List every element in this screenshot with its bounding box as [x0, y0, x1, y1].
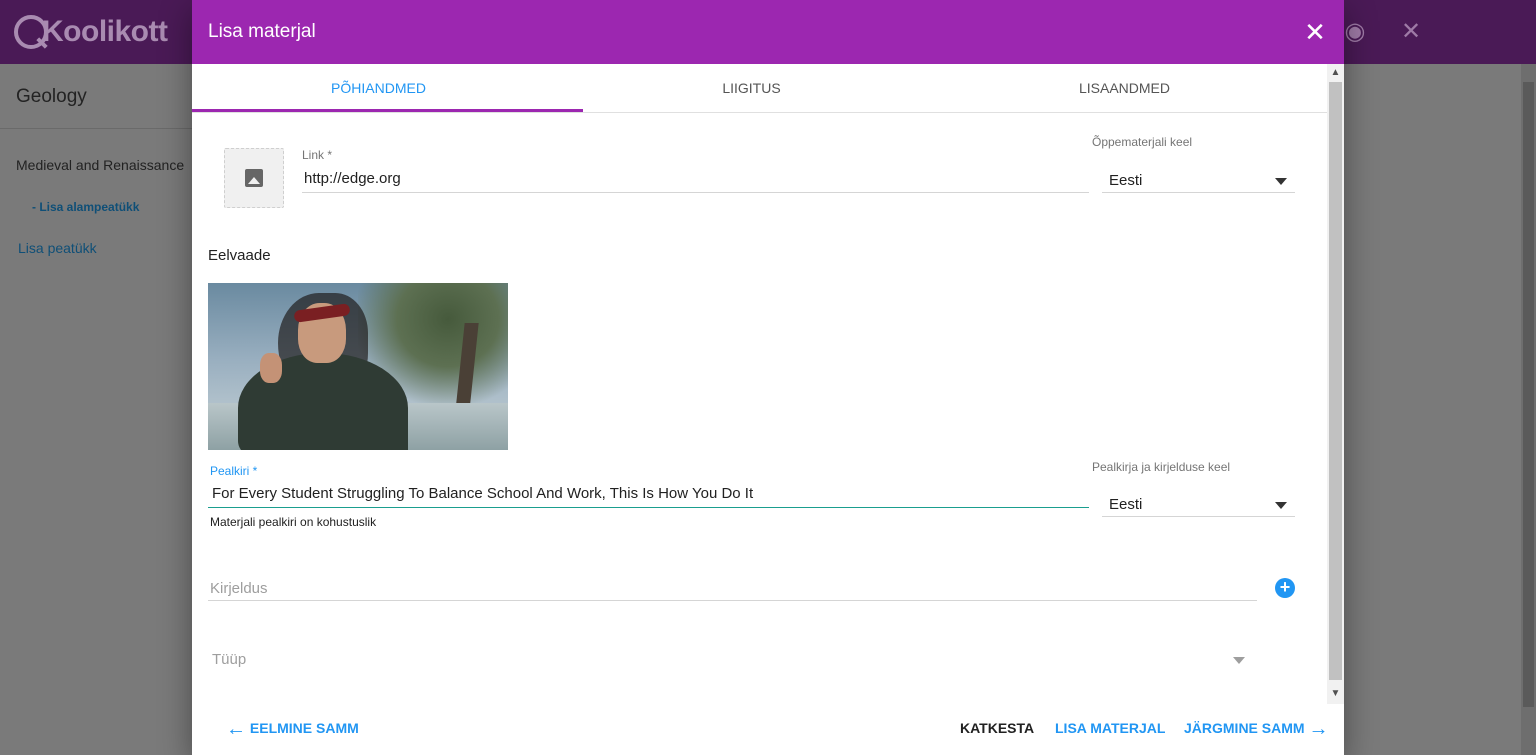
cancel-button[interactable]: KATKESTA	[960, 720, 1034, 736]
description-input[interactable]: Kirjeldus	[210, 580, 268, 597]
previous-step-label: EELMINE SAMM	[249, 720, 359, 736]
arrow-right-icon: →	[1308, 718, 1329, 741]
close-icon[interactable]: ✕	[1399, 20, 1423, 44]
add-description-language-button[interactable]: +	[1275, 578, 1295, 598]
previous-step-button[interactable]: ← EELMINE SAMM	[226, 718, 359, 741]
preview-image	[208, 283, 508, 450]
add-material-dialog: Lisa materjal ✕ PÕHIANDMED LIIGITUS LISA…	[192, 0, 1344, 755]
dialog-close-icon[interactable]: ✕	[1303, 19, 1327, 45]
thumbnail-upload[interactable]	[224, 148, 284, 208]
material-language-label: Õppematerjali keel	[1092, 135, 1193, 149]
add-subchapter-link[interactable]: - Lisa alampeatükk	[32, 200, 139, 214]
logo-text: Koolikott	[42, 15, 168, 48]
dialog-scrollbar-thumb[interactable]	[1329, 82, 1342, 680]
visibility-off-icon[interactable]: ◉	[1343, 20, 1367, 44]
next-step-button[interactable]: JÄRGMINE SAMM →	[1184, 718, 1329, 741]
sidebar-divider	[0, 128, 192, 129]
preview-label: Eelvaade	[208, 247, 271, 264]
title-help-text: Materjali pealkiri on kohustuslik	[210, 515, 377, 529]
image-icon	[245, 169, 263, 187]
add-chapter-link[interactable]: Lisa peatükk	[18, 240, 97, 256]
add-material-button[interactable]: LISA MATERJAL	[1055, 720, 1165, 736]
dialog-title: Lisa materjal	[208, 21, 316, 42]
chapter-title[interactable]: Medieval and Renaissance	[16, 157, 184, 173]
title-underline	[208, 507, 1089, 508]
sidebar-title: Geology	[16, 86, 87, 107]
material-language-select[interactable]: Eesti	[1109, 172, 1142, 189]
logo-e-icon	[14, 15, 48, 49]
active-tab-indicator	[192, 109, 583, 112]
page-scrollbar-thumb[interactable]	[1523, 82, 1534, 707]
description-underline	[208, 600, 1257, 601]
app-logo[interactable]: Koolikott	[14, 12, 168, 52]
type-select[interactable]: Tüüp	[212, 651, 246, 668]
link-underline	[302, 192, 1089, 193]
arrow-left-icon: ←	[226, 718, 246, 741]
link-label: Link *	[302, 148, 333, 162]
chevron-down-icon[interactable]	[1233, 657, 1245, 664]
chevron-down-icon[interactable]	[1275, 178, 1287, 185]
tab-bar: PÕHIANDMED LIIGITUS LISAANDMED	[192, 64, 1327, 113]
tab-liigitus[interactable]: LIIGITUS	[565, 64, 938, 112]
tab-lisaandmed[interactable]: LISAANDMED	[938, 64, 1311, 112]
dialog-header: Lisa materjal ✕	[192, 0, 1344, 64]
chevron-down-icon[interactable]	[1275, 502, 1287, 509]
material-language-underline	[1102, 192, 1295, 193]
title-input[interactable]: For Every Student Struggling To Balance …	[212, 485, 753, 502]
tab-pohiandmed[interactable]: PÕHIANDMED	[192, 64, 565, 112]
next-step-label: JÄRGMINE SAMM	[1184, 720, 1305, 736]
title-language-label: Pealkirja ja kirjelduse keel	[1092, 460, 1231, 474]
link-input[interactable]: http://edge.org	[304, 170, 401, 187]
title-language-underline	[1102, 516, 1295, 517]
scroll-up-icon[interactable]: ▲	[1329, 66, 1342, 80]
title-label: Pealkiri *	[210, 464, 258, 478]
title-language-select[interactable]: Eesti	[1109, 496, 1142, 513]
scroll-down-icon[interactable]: ▼	[1329, 687, 1342, 701]
